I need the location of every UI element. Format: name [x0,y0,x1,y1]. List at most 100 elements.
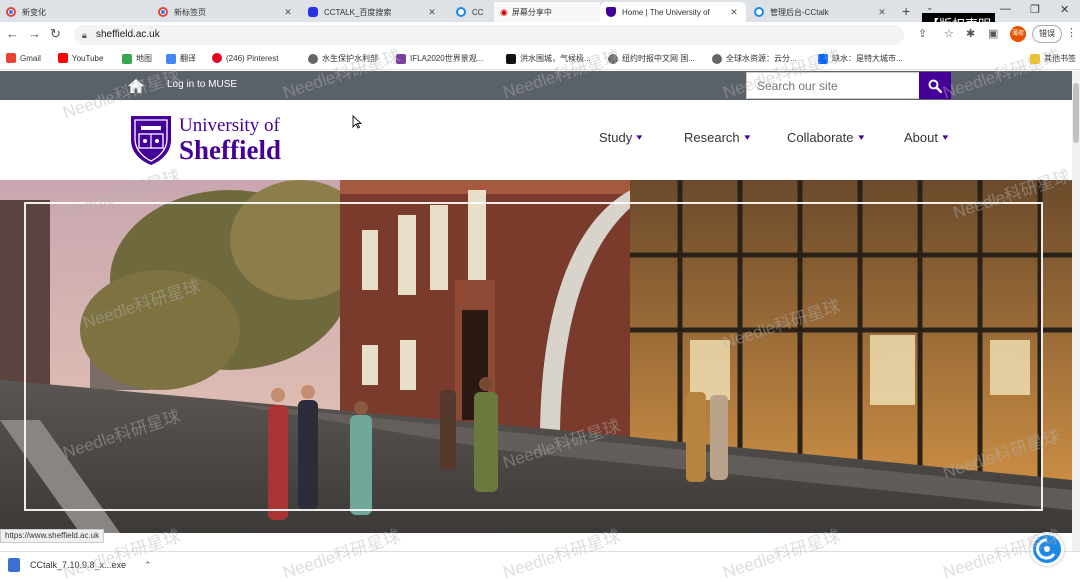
university-crest-icon[interactable] [129,114,173,166]
address-row: ← → ↻ 🔒︎ sheffield.ac.uk ⇪ ☆ ✱ ▣ 薄荷 错误 ⋮ [0,22,1080,48]
sidepanel-icon[interactable]: ▣ [988,27,998,40]
back-arrow-icon[interactable]: ← [6,26,19,41]
bookmark-label: 全球水资源：云分... [726,54,797,63]
nav-research[interactable]: Research ▾ [684,130,750,145]
logo-line-1: University of [179,115,280,136]
cctalk-icon [456,7,466,17]
screen-share-tab[interactable]: ◉ 屏幕分享中 [494,2,600,22]
bookmark-item[interactable]: 缺水：是特大城市... [818,53,903,64]
forward-arrow-icon[interactable]: → [28,26,41,41]
close-tab-icon[interactable]: ✕ [728,7,740,18]
home-icon[interactable] [128,79,144,93]
site-header: University of Sheffield Study ▾ Research ▾… [0,100,1072,180]
screen-share-icon: ◉ [500,6,508,17]
nav-study[interactable]: Study ▾ [599,130,642,145]
installer-file-icon [8,558,20,572]
translate-icon [166,53,176,64]
minimize-icon[interactable]: — [1000,3,1011,15]
tab-title: Home | The University of [622,7,710,17]
tab-title: 新标签页 [174,7,206,17]
browser-tab[interactable]: 新标签页 ✕ [152,2,300,22]
address-bar[interactable]: 🔒︎ sheffield.ac.uk [74,25,904,45]
folder-icon [1030,53,1040,64]
bookmark-item[interactable]: 地图 [122,53,152,64]
search-button[interactable] [919,72,951,99]
tab-title: 管理后台-CCtalk [770,7,829,17]
pinterest-icon [212,53,222,63]
globe-icon [608,53,618,64]
youtube-icon [58,53,68,63]
nyt-icon [506,53,516,64]
bookmark-star-icon[interactable]: ☆ [944,27,954,40]
chevron-down-icon: ▾ [942,132,949,142]
page-scrollbar[interactable] [1072,71,1080,551]
baidu-icon [308,7,318,17]
site-utility-bar: Log in to MUSE [0,71,1072,100]
bookmark-item[interactable]: 洪水围城，气候极... [506,53,591,64]
bookmark-label: YouTube [72,53,104,63]
site-search-input[interactable] [746,72,920,99]
tab-title: CCTALK_百度搜索 [324,7,392,17]
page-whitespace [0,533,1072,551]
reload-icon[interactable]: ↻ [50,26,61,42]
cctalk-floating-icon[interactable] [1030,532,1064,566]
maps-icon [122,53,132,64]
error-button[interactable]: 错误 [1032,25,1062,43]
search-icon [928,79,942,93]
nav-collaborate[interactable]: Collaborate ▾ [787,130,864,145]
globe-icon [712,53,722,64]
bookmark-item[interactable]: 水生保护水利部 [308,53,378,64]
bookmark-item[interactable]: 其他书签 [1030,53,1076,64]
chrome-icon [158,7,168,17]
gmail-icon [6,53,16,63]
bookmark-item[interactable]: YouTube [58,53,103,63]
university-logo-text[interactable]: University of Sheffield [179,116,281,164]
browser-tab[interactable]: CCTALK_百度搜索 ✕ [302,2,444,22]
bookmark-label: 地图 [136,54,152,63]
download-shelf: CCtalk_7.10.9.8_x...exe ⌃ [0,551,1080,582]
nav-about[interactable]: About ▾ [904,130,948,145]
sheffield-shield-icon [606,7,616,17]
bookmark-label: 翻译 [180,54,196,63]
chevron-down-icon: ▾ [636,132,643,142]
bookmark-item[interactable]: IFLA2020世界景观... [396,53,483,64]
maximize-icon[interactable]: ❐ [1030,3,1040,16]
bookmark-item[interactable]: 翻译 [166,53,196,64]
chevron-down-icon: ▾ [743,132,750,142]
chevron-up-icon[interactable]: ⌃ [144,560,152,571]
tab-title: 屏幕分享中 [511,7,552,17]
browser-tab[interactable]: CC [450,2,494,22]
download-item[interactable]: CCtalk_7.10.9.8_x...exe [8,558,126,572]
new-tab-button[interactable]: + [902,3,910,19]
nav-label: Research [684,130,740,145]
scrollbar-thumb[interactable] [1073,83,1079,143]
menu-dots-icon[interactable]: ⋮ [1066,26,1077,39]
extensions-icon[interactable]: ✱ [966,27,975,40]
bookmark-item[interactable]: (246) Pinterest [212,53,278,63]
bookmark-label: Gmail [20,53,41,63]
share-icon[interactable]: ⇪ [918,27,927,40]
nav-label: About [904,130,938,145]
bookmarks-bar: Gmail YouTube 地图 翻译 (246) Pinterest 水生保护… [0,48,1080,70]
bookmark-item[interactable]: 全球水资源：云分... [712,53,797,64]
tab-title: CC [472,7,484,17]
status-url: https://www.sheffield.ac.uk [0,529,105,543]
close-tab-icon[interactable]: ✕ [876,7,888,18]
bookmark-item[interactable]: Gmail [6,53,41,63]
muse-login-link[interactable]: Log in to MUSE [167,79,237,90]
tab-search-icon[interactable]: ⌄ [926,2,934,13]
close-window-icon[interactable]: ✕ [1060,3,1069,16]
profile-avatar[interactable]: 薄荷 [1010,26,1026,42]
tab-title: 新变化 [22,7,46,17]
browser-tab[interactable]: 管理后台-CCtalk ✕ [748,2,894,22]
browser-tab-strip: 新变化 新标签页 ✕ CCTALK_百度搜索 ✕ CC ◉ 屏幕分享中 Home… [0,0,1080,22]
address-url: sheffield.ac.uk [96,29,160,40]
bookmark-item[interactable]: 纽约时报中文网 国... [608,53,695,64]
browser-tab[interactable]: 新变化 [0,2,92,22]
bookmark-label: IFLA2020世界景观... [410,54,484,63]
close-tab-icon[interactable]: ✕ [426,7,438,18]
browser-tab-active[interactable]: Home | The University of ✕ [600,2,746,22]
chevron-down-icon: ▾ [857,132,864,142]
download-filename: CCtalk_7.10.9.8_x...exe [30,560,127,570]
close-tab-icon[interactable]: ✕ [282,7,294,18]
